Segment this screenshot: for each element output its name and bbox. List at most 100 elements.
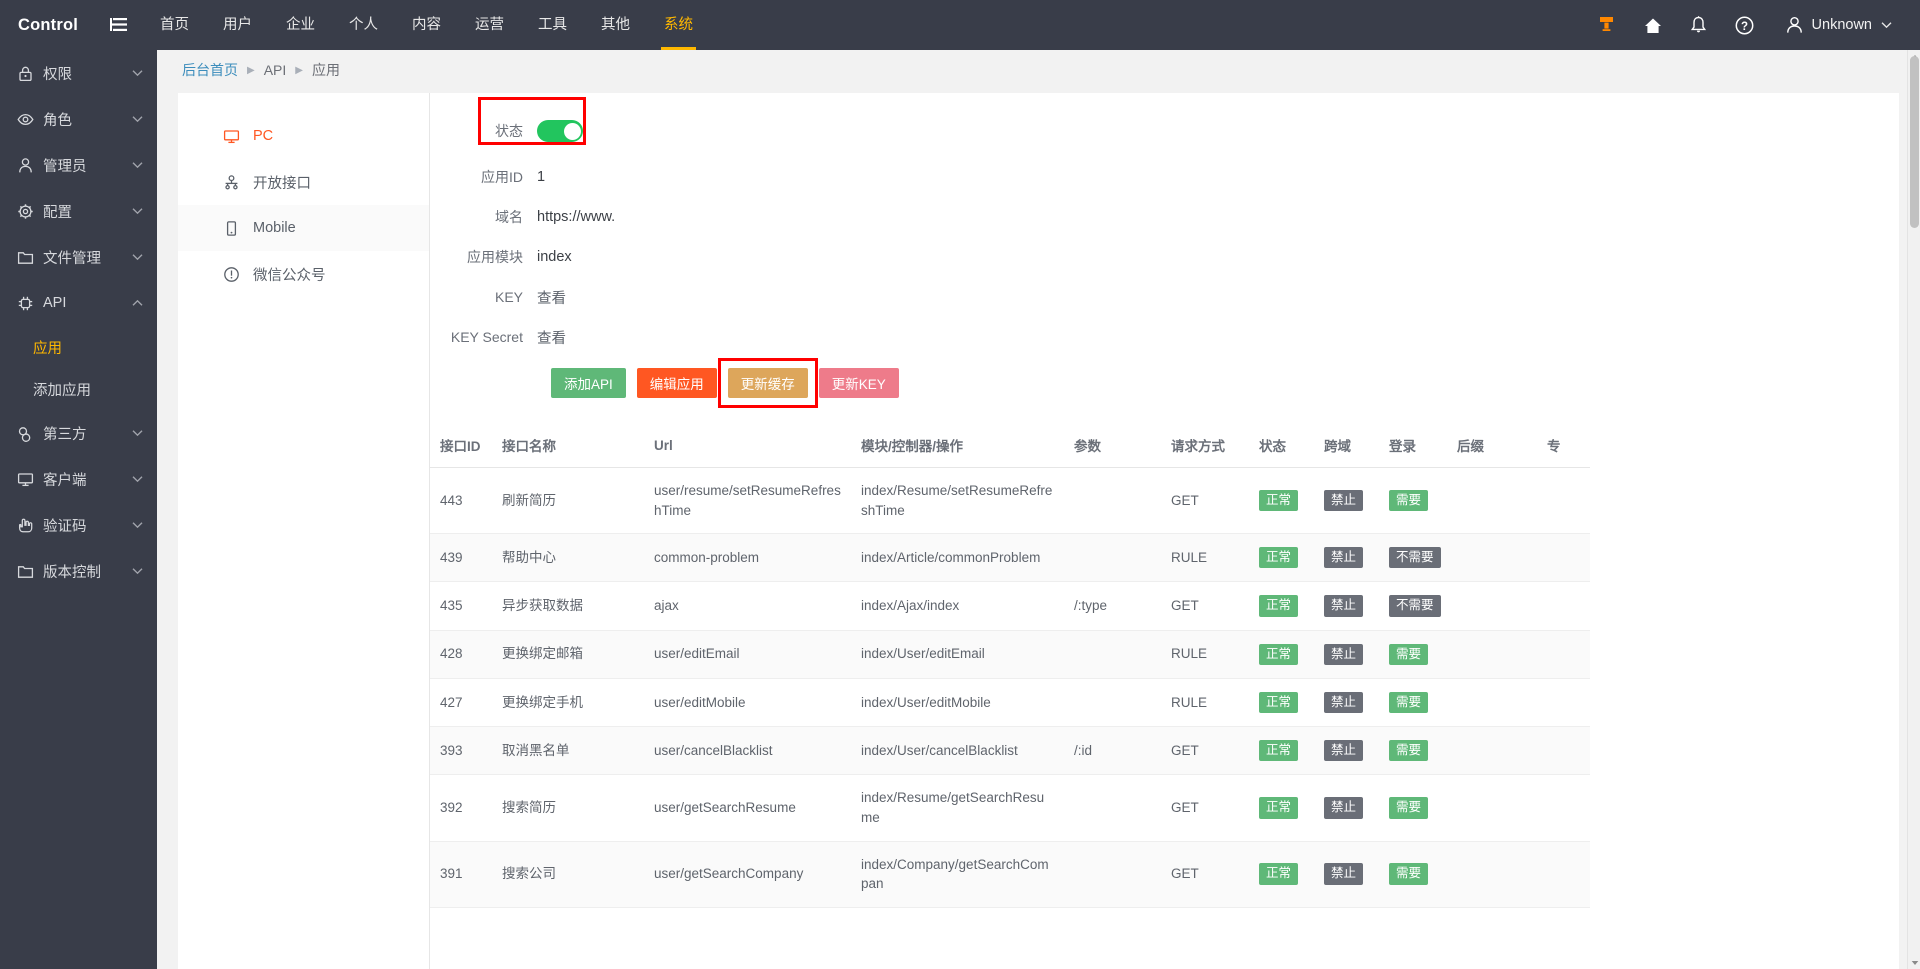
sidebar-item-label: API [43, 295, 67, 311]
sidebar-item-2[interactable]: 管理员 [0, 142, 157, 188]
user-menu[interactable]: Unknown [1768, 0, 1900, 50]
action-button-3[interactable]: 更新KEY [818, 368, 899, 398]
sidebar-item-1[interactable]: 角色 [0, 96, 157, 142]
scroll-down-arrow-icon[interactable] [1908, 956, 1920, 969]
chevron-down-icon[interactable] [132, 111, 143, 127]
col-header-login[interactable]: 登录 [1379, 424, 1447, 468]
chevron-down-icon[interactable] [132, 249, 143, 265]
brush-icon[interactable] [1584, 0, 1630, 50]
chip-icon [17, 295, 43, 312]
sidebar-item-10[interactable]: 验证码 [0, 502, 157, 548]
badge: 禁止 [1324, 863, 1364, 885]
sidebar-item-3[interactable]: 配置 [0, 188, 157, 234]
sidebar-item-4[interactable]: 文件管理 [0, 234, 157, 280]
app-type-label: PC [253, 128, 274, 144]
cell-extra [1537, 581, 1590, 631]
status-label: 状态 [495, 123, 523, 139]
chevron-down-icon[interactable] [132, 517, 143, 533]
sidebar-item-label: 配置 [43, 204, 72, 221]
lock-icon [17, 65, 43, 82]
table-row[interactable]: 443 刷新简历 user/resume/setResumeRefreshTim… [430, 467, 1590, 535]
chevron-down-icon[interactable] [132, 157, 143, 173]
table-row[interactable]: 439 帮助中心 common-problem index/Article/co… [430, 533, 1590, 583]
field-label: KEY Secret [450, 329, 523, 345]
top-nav-item-8[interactable]: 系统 [647, 0, 710, 50]
sidebar-item-11[interactable]: 版本控制 [0, 548, 157, 594]
chevron-down-icon[interactable] [132, 563, 143, 579]
action-button-1[interactable]: 编辑应用 [636, 368, 717, 398]
help-icon[interactable]: ? [1722, 0, 1768, 50]
action-button-2[interactable]: 更新缓存 [727, 368, 808, 398]
badge: 禁止 [1324, 643, 1364, 665]
col-header-id[interactable]: 接口ID [430, 424, 492, 468]
home-icon[interactable] [1630, 0, 1676, 50]
sidebar-sub-item-7[interactable]: 添加应用 [0, 368, 157, 410]
sidebar-item-5[interactable]: API [0, 280, 157, 326]
top-nav-item-1[interactable]: 用户 [206, 0, 269, 50]
col-header-module[interactable]: 模块/控制器/操作 [851, 424, 1064, 468]
table-row[interactable]: 427 更换绑定手机 user/editMobile index/User/ed… [430, 678, 1590, 728]
cell-id: 393 [430, 726, 492, 776]
sidebar-item-label: 权限 [43, 66, 72, 83]
top-nav-item-7[interactable]: 其他 [584, 0, 647, 50]
sidebar-item-0[interactable]: 权限 [0, 50, 157, 96]
cell-url: user/editEmail [644, 630, 851, 679]
bell-icon[interactable] [1676, 0, 1722, 50]
col-header-name[interactable]: 接口名称 [492, 424, 644, 468]
top-nav-item-4[interactable]: 内容 [395, 0, 458, 50]
field-value[interactable]: 查看 [537, 287, 566, 308]
table-row[interactable]: 428 更换绑定邮箱 user/editEmail index/User/edi… [430, 630, 1590, 679]
col-header-params[interactable]: 参数 [1064, 424, 1161, 468]
badge: 禁止 [1324, 691, 1364, 714]
sidebar-item-8[interactable]: 第三方 [0, 410, 157, 456]
cell-params: /:type [1064, 581, 1161, 631]
top-nav-item-6[interactable]: 工具 [521, 0, 584, 50]
gear-icon [17, 203, 43, 220]
col-header-extra[interactable]: 专 [1537, 424, 1590, 468]
cell-method: GET [1161, 774, 1249, 842]
chevron-down-icon[interactable] [132, 65, 143, 81]
chevron-up-icon[interactable] [132, 295, 143, 311]
sidebar-sub-item-6[interactable]: 应用 [0, 326, 157, 368]
top-nav-item-0[interactable]: 首页 [143, 0, 206, 50]
page-scrollbar[interactable] [1907, 50, 1920, 969]
col-header-suffix[interactable]: 后缀 [1447, 424, 1537, 468]
chevron-down-icon[interactable] [132, 425, 143, 441]
status-toggle[interactable] [537, 120, 583, 142]
col-header-cors[interactable]: 跨域 [1314, 424, 1379, 468]
link-icon [17, 425, 43, 442]
monitor-icon [17, 471, 43, 488]
cell-method: GET [1161, 726, 1249, 776]
hamburger-icon[interactable] [95, 0, 143, 50]
top-nav-item-5[interactable]: 运营 [458, 0, 521, 50]
app-type-item-1[interactable]: 开放接口 [178, 159, 429, 205]
app-type-item-0[interactable]: PC [178, 113, 429, 159]
chevron-down-icon[interactable] [132, 203, 143, 219]
top-nav-item-3[interactable]: 个人 [332, 0, 395, 50]
table-row[interactable]: 392 搜索简历 user/getSearchResume index/Resu… [430, 774, 1590, 842]
top-nav-item-2[interactable]: 企业 [269, 0, 332, 50]
col-header-method[interactable]: 请求方式 [1161, 424, 1249, 468]
col-header-status[interactable]: 状态 [1249, 424, 1314, 468]
app-type-item-2[interactable]: Mobile [178, 205, 429, 251]
chevron-down-icon[interactable] [132, 471, 143, 487]
page-scrollbar-thumb[interactable] [1910, 56, 1919, 228]
cell-cors: 禁止 [1314, 533, 1379, 583]
field-value[interactable]: 查看 [537, 327, 566, 348]
app-type-item-3[interactable]: 微信公众号 [178, 251, 429, 297]
table-row[interactable]: 391 搜索公司 user/getSearchCompany index/Com… [430, 841, 1590, 908]
cell-cors: 禁止 [1314, 774, 1379, 842]
action-button-0[interactable]: 添加API [551, 368, 626, 398]
breadcrumb-home[interactable]: 后台首页 [182, 60, 238, 80]
breadcrumb-api[interactable]: API [264, 62, 287, 78]
field-value: https://www. [537, 209, 616, 225]
table-row[interactable]: 435 异步获取数据 ajax index/Ajax/index /:type … [430, 581, 1590, 631]
app-type-list: PC 开放接口 Mobile 微信公众号 [178, 93, 430, 969]
field-label: 域名 [495, 209, 523, 225]
cell-extra [1537, 467, 1590, 535]
table-row[interactable]: 393 取消黑名单 user/cancelBlacklist index/Use… [430, 726, 1590, 776]
sidebar-item-9[interactable]: 客户端 [0, 456, 157, 502]
col-header-url[interactable]: Url [644, 424, 851, 468]
content-card: PC 开放接口 Mobile 微信公众号 状态 应用ID 1 域名 https:… [178, 93, 1899, 969]
user-name: Unknown [1811, 17, 1872, 33]
